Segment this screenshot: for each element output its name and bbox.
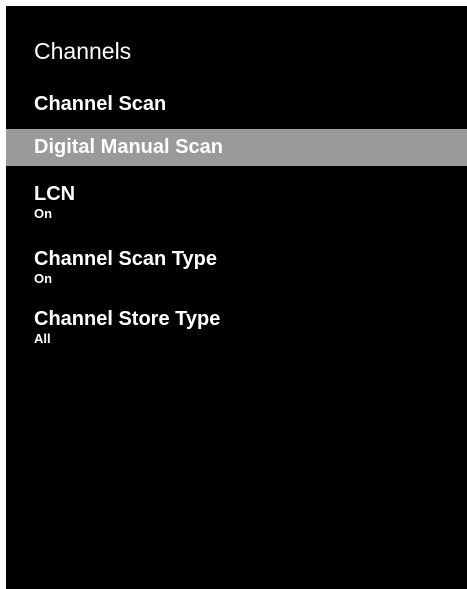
menu-item-label: Channel Store Type [34, 308, 221, 330]
menu-item-lcn[interactable]: LCN On [6, 180, 467, 228]
menu-item-value: On [34, 271, 53, 286]
menu-item-channel-store-type[interactable]: Channel Store Type All [6, 305, 467, 353]
menu-title: Channels [34, 38, 132, 64]
menu-item-label: Channel Scan Type [34, 248, 218, 270]
menu-item-digital-manual-scan[interactable]: Digital Manual Scan [6, 129, 467, 166]
tv-menu-screen: Channels Channel Scan Digital Manual Sca… [6, 6, 467, 589]
menu-item-label: Channel Scan [34, 93, 167, 115]
menu-item-value: All [34, 331, 51, 346]
menu-item-channel-scan[interactable]: Channel Scan [6, 88, 467, 120]
menu-item-label: LCN [34, 183, 76, 205]
menu-item-label: Digital Manual Scan [34, 136, 223, 158]
menu-item-channel-scan-type[interactable]: Channel Scan Type On [6, 245, 467, 293]
menu-item-value: On [34, 206, 53, 221]
